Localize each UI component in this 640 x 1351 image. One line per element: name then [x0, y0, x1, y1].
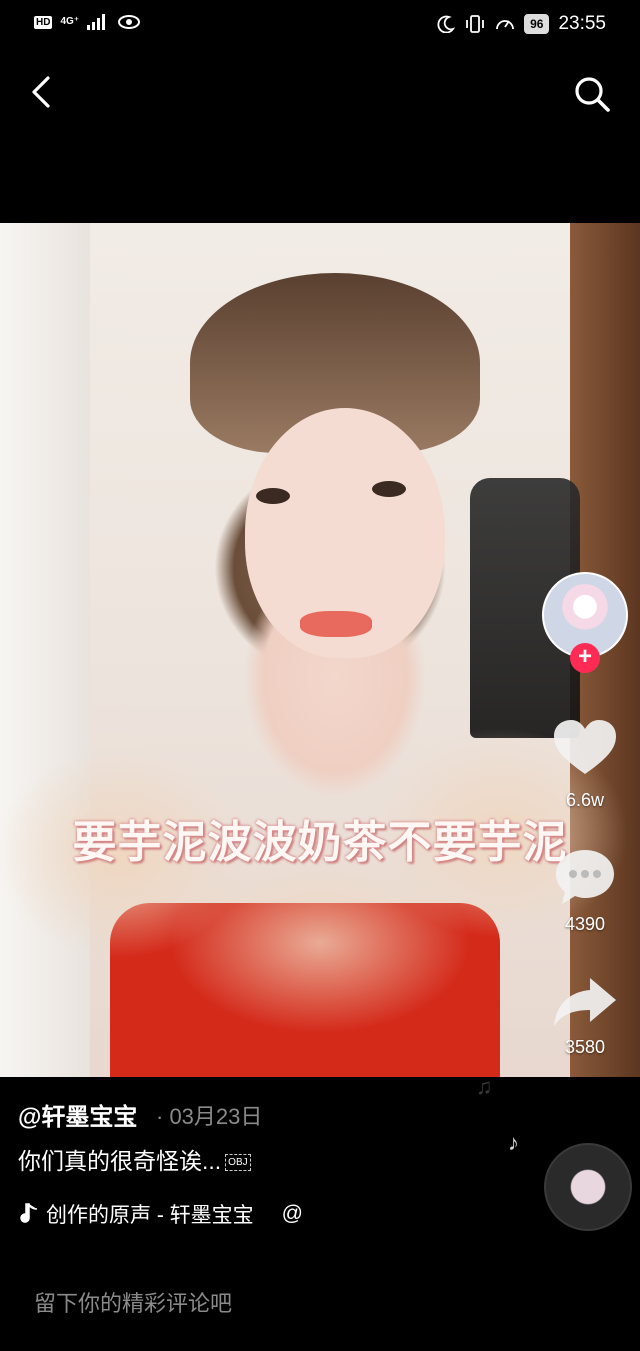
- comment-icon: [556, 850, 614, 904]
- heart-icon: [554, 720, 616, 774]
- search-button[interactable]: [572, 74, 612, 114]
- comment-input[interactable]: 留下你的精彩评论吧: [34, 1286, 232, 1318]
- left-eye: [256, 488, 290, 504]
- post-description[interactable]: 你们真的很奇怪诶... OBJ: [18, 1142, 251, 1176]
- search-icon: [575, 77, 610, 112]
- battery-indicator: 96: [524, 14, 550, 34]
- comment-count: 4390: [564, 914, 606, 934]
- tulle-sleeves: [0, 683, 640, 1077]
- music-at: @: [281, 1202, 303, 1225]
- status-bar: HD 4G⁺ 96 23:55: [0, 0, 640, 54]
- floating-note-icon-2: ♫: [476, 1074, 493, 1099]
- object-placeholder: OBJ: [225, 1154, 251, 1172]
- speed-icon: [496, 20, 514, 30]
- like-count: 6.6w: [565, 790, 605, 810]
- author-name[interactable]: @轩墨宝宝: [18, 1097, 137, 1132]
- moon-icon: [437, 15, 456, 33]
- network-indicator: 4G⁺: [60, 16, 80, 27]
- post-date: · 03月23日: [156, 1104, 263, 1129]
- follow-button[interactable]: +: [570, 643, 600, 673]
- lips: [300, 611, 372, 637]
- status-right: 96 23:55: [437, 13, 606, 35]
- chevron-left-icon: [32, 76, 50, 108]
- share-button[interactable]: [552, 974, 618, 1035]
- status-left: HD 4G⁺: [34, 14, 141, 30]
- music-note-icon: [20, 1203, 38, 1223]
- like-button[interactable]: [552, 718, 618, 783]
- share-count: 3580: [564, 1037, 606, 1057]
- music-link[interactable]: 创作的原声 - 轩墨宝宝 @: [18, 1199, 303, 1229]
- vibrate-icon: [466, 15, 484, 33]
- description-text: 你们真的很奇怪诶...: [18, 1148, 222, 1174]
- clock: 23:55: [558, 13, 606, 34]
- back-button[interactable]: [26, 72, 58, 112]
- video-caption: 要芋泥波波奶茶不要芋泥: [72, 818, 568, 867]
- signal-icon: [87, 14, 106, 30]
- share-icon: [554, 978, 616, 1026]
- right-eye: [372, 481, 406, 497]
- comment-button[interactable]: [552, 846, 618, 913]
- floating-note-icon: ♪: [508, 1130, 519, 1155]
- eye-icon: [118, 15, 141, 29]
- hd-indicator: HD: [34, 15, 53, 29]
- music-disc[interactable]: [544, 1143, 632, 1231]
- music-title: 创作的原声 - 轩墨宝宝: [46, 1204, 254, 1227]
